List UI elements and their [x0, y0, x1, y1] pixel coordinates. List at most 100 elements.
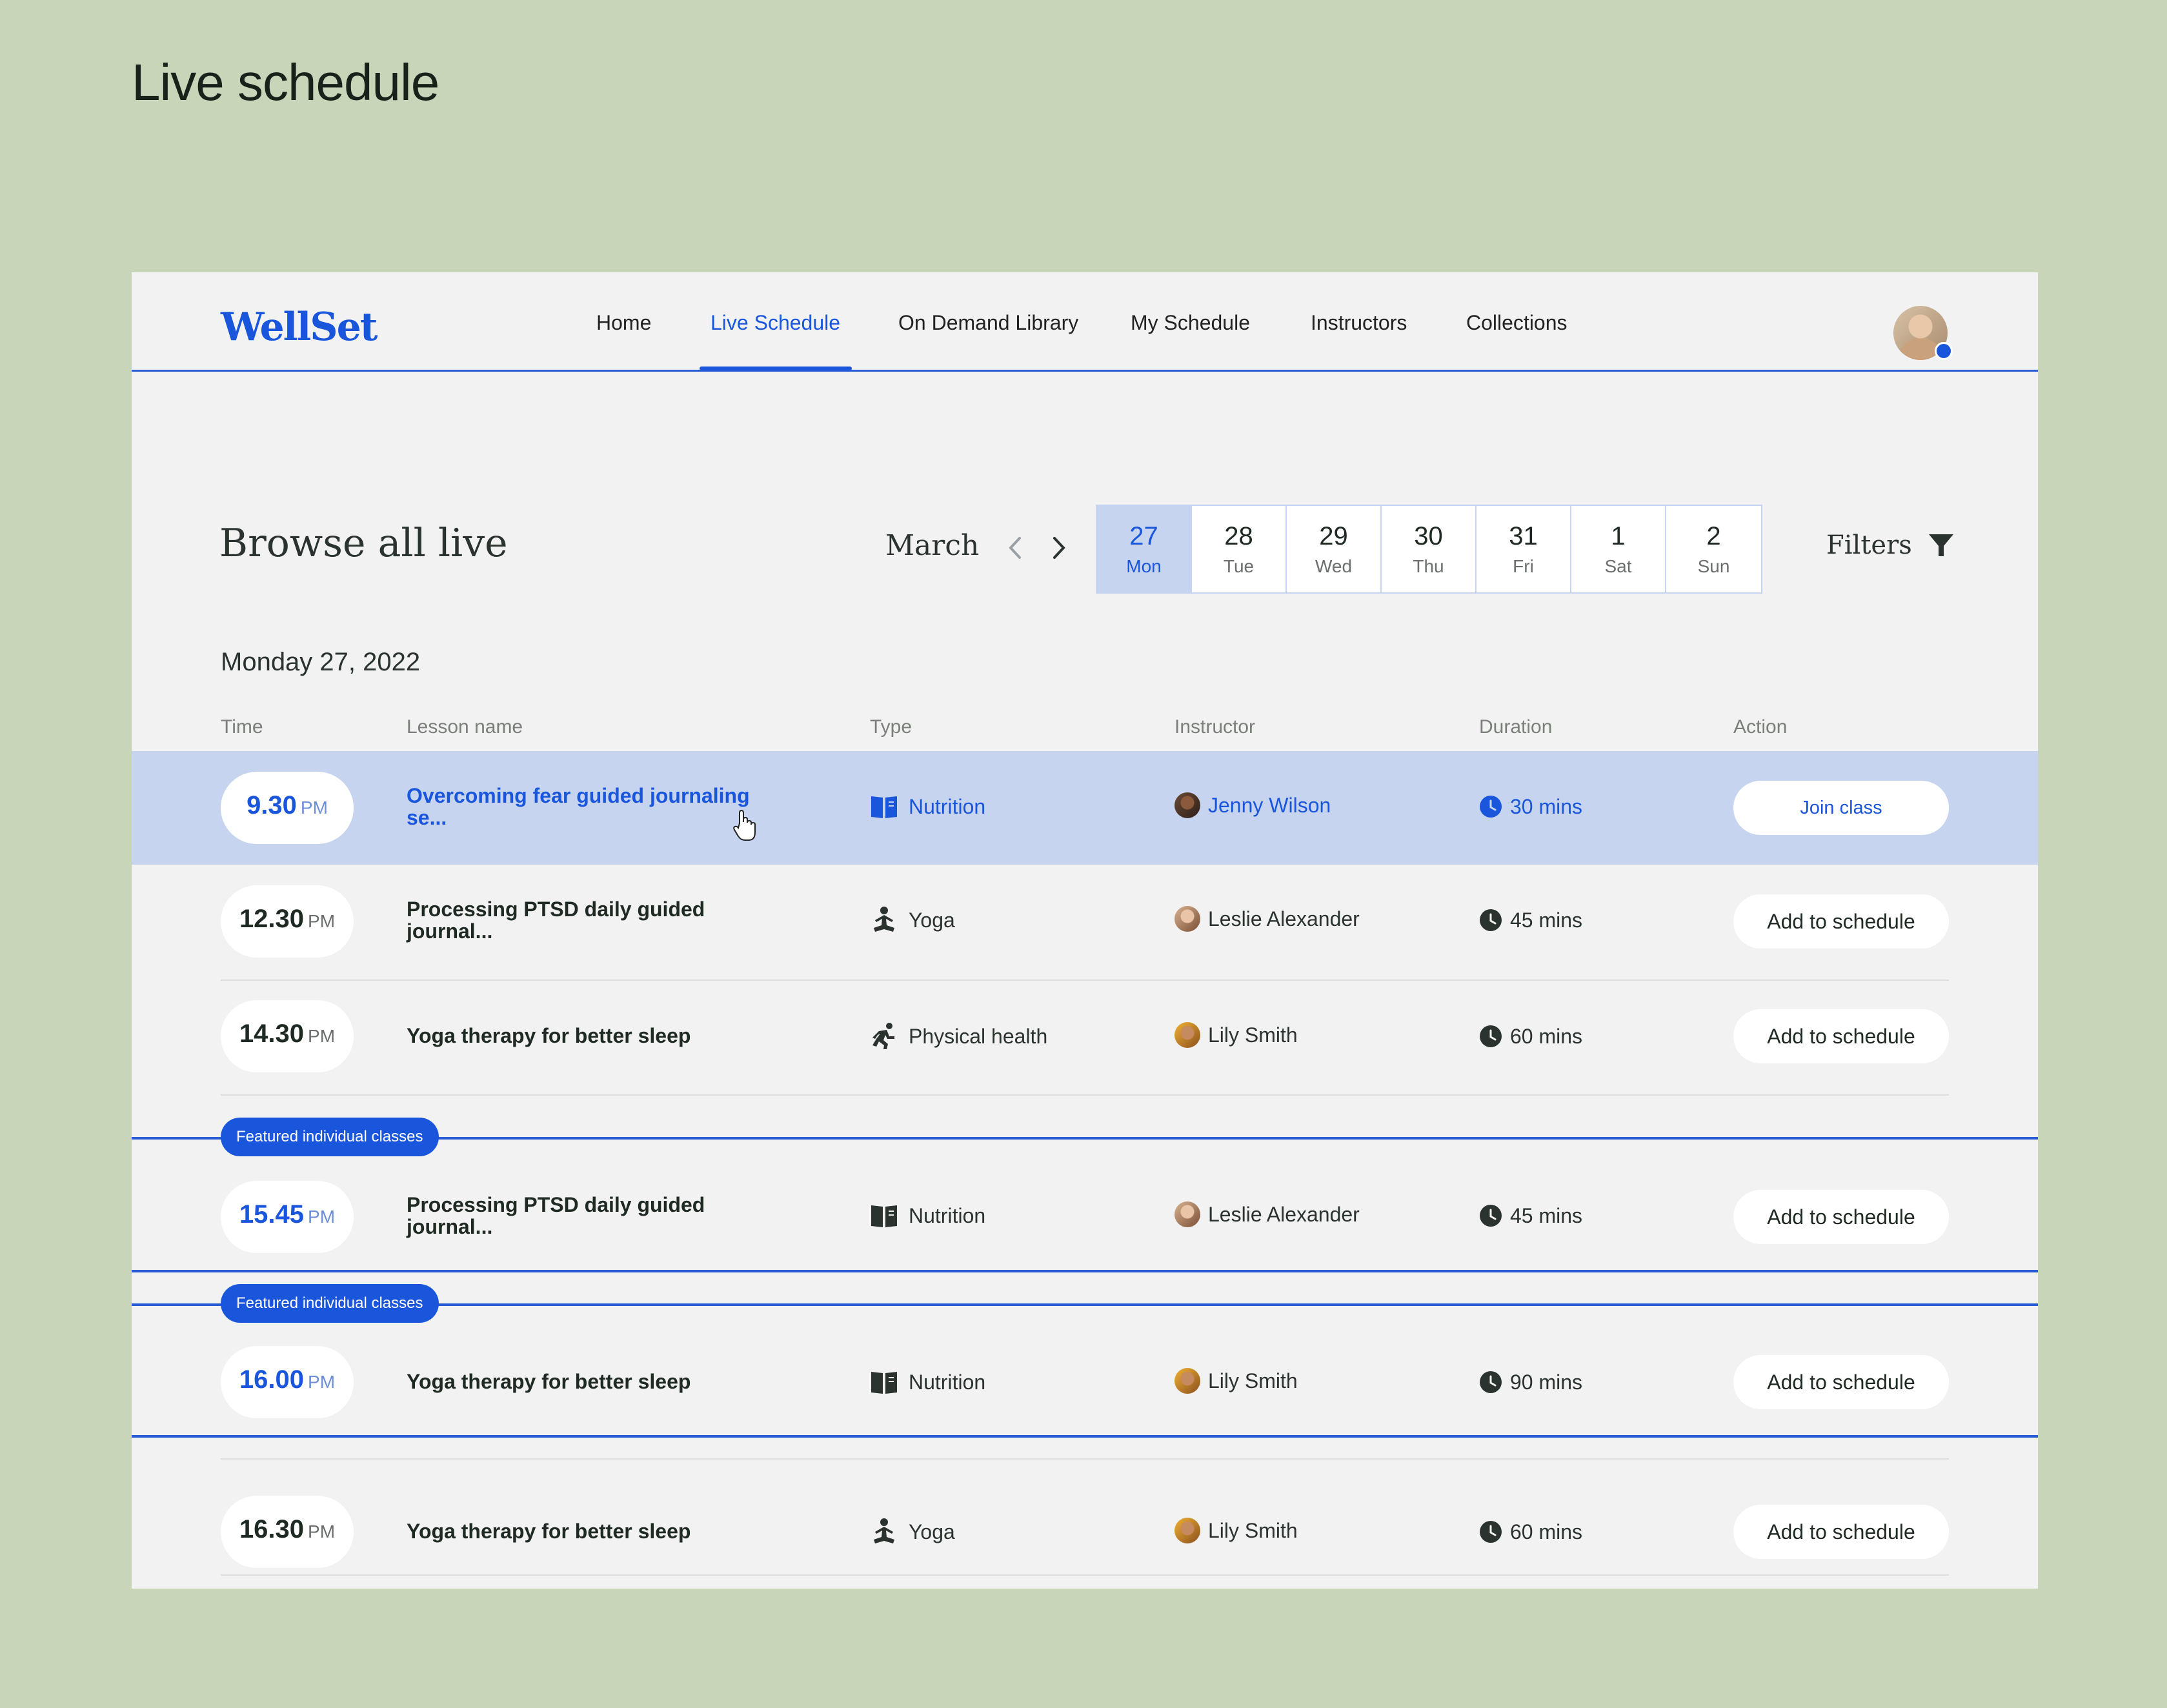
- table-row[interactable]: 14.30 PM Yoga therapy for better sleep Ph…: [132, 981, 2038, 1096]
- day-of-week: Tue: [1223, 556, 1255, 576]
- type-label: Yoga: [909, 1520, 955, 1543]
- yoga-icon: [870, 906, 898, 934]
- date-heading: Monday 27, 2022: [221, 648, 421, 676]
- lesson-name[interactable]: Processing PTSD daily guided journal...: [407, 1194, 768, 1238]
- add-to-schedule-button[interactable]: Add to schedule: [1733, 1505, 1949, 1559]
- instructor-cell[interactable]: Lily Smith: [1174, 1368, 1298, 1394]
- filter-icon: [1928, 534, 1953, 556]
- lesson-name[interactable]: Yoga therapy for better sleep: [407, 1520, 768, 1542]
- instructor-avatar: [1174, 1368, 1200, 1394]
- instructor-cell[interactable]: Lily Smith: [1174, 1022, 1298, 1048]
- nav-item-on-demand-library[interactable]: On Demand Library: [898, 311, 1078, 372]
- time-ampm: PM: [308, 1026, 336, 1046]
- lesson-name-line1: Yoga therapy for better sleep: [407, 1520, 691, 1543]
- type-cell: Physical health: [870, 1022, 1047, 1050]
- lesson-name[interactable]: Processing PTSD daily guided journal...: [407, 898, 768, 942]
- day-of-week: Wed: [1315, 556, 1353, 576]
- featured-badge: Featured individual classes: [221, 1284, 439, 1323]
- day-28[interactable]: 28 Tue: [1192, 506, 1287, 592]
- duration-value: 90 mins: [1510, 1370, 1583, 1394]
- lesson-name[interactable]: Yoga therapy for better sleep: [407, 1025, 768, 1047]
- day-number: 30: [1414, 521, 1443, 550]
- featured-badge: Featured individual classes: [221, 1118, 439, 1156]
- previous-week-button[interactable]: [1000, 532, 1033, 564]
- month-label: March: [885, 529, 980, 562]
- table-row[interactable]: 16.00 PM Yoga therapy for better sleep Nu…: [132, 1306, 2038, 1451]
- time-value: 12.30: [239, 905, 305, 933]
- clock-icon: [1479, 792, 1502, 821]
- day-1[interactable]: 1 Sat: [1571, 506, 1666, 592]
- day-of-week: Thu: [1413, 556, 1444, 576]
- instructor-avatar: [1174, 1201, 1200, 1227]
- instructor-name: Lily Smith: [1208, 1369, 1298, 1392]
- duration-cell: 45 mins: [1479, 1201, 1582, 1230]
- online-status-dot: [1935, 342, 1953, 360]
- instructor-cell[interactable]: Jenny Wilson: [1174, 792, 1331, 818]
- table-row[interactable]: 9.30 PM Overcoming fear guided journaling…: [132, 751, 2038, 865]
- lesson-name-line1: Yoga therapy for better sleep: [407, 1024, 691, 1047]
- nav-item-home[interactable]: Home: [596, 311, 651, 372]
- page-heading: Live schedule: [132, 54, 439, 111]
- lesson-name-line1: Processing PTSD daily guided: [407, 1193, 705, 1216]
- add-to-schedule-button[interactable]: Add to schedule: [1733, 894, 1949, 949]
- nav-item-my-schedule[interactable]: My Schedule: [1131, 311, 1250, 372]
- time-pill: 16.00 PM: [221, 1346, 354, 1418]
- instructor-cell[interactable]: Leslie Alexander: [1174, 1201, 1360, 1227]
- active-tab-indicator: [700, 367, 852, 370]
- lesson-name[interactable]: Overcoming fear guided journaling se...: [407, 785, 768, 829]
- next-week-button[interactable]: [1043, 532, 1075, 564]
- column-header-time: Time: [221, 716, 263, 738]
- type-label: Nutrition: [909, 794, 986, 818]
- duration-cell: 90 mins: [1479, 1368, 1582, 1396]
- instructor-avatar: [1174, 906, 1200, 932]
- time-pill: 12.30 PM: [221, 885, 354, 958]
- add-to-schedule-button[interactable]: Add to schedule: [1733, 1009, 1949, 1063]
- duration-value: 45 mins: [1510, 908, 1583, 932]
- row-divider: [221, 1094, 1949, 1096]
- instructor-avatar: [1174, 1022, 1200, 1048]
- day-number: 28: [1224, 521, 1253, 550]
- add-to-schedule-button[interactable]: Add to schedule: [1733, 1190, 1949, 1244]
- instructor-cell[interactable]: Leslie Alexander: [1174, 906, 1360, 932]
- nav-item-collections[interactable]: Collections: [1466, 311, 1567, 372]
- add-to-schedule-button[interactable]: Add to schedule: [1733, 1355, 1949, 1409]
- day-27[interactable]: 27 Mon: [1097, 506, 1192, 592]
- time-pill: 15.45 PM: [221, 1181, 354, 1253]
- time-ampm: PM: [308, 1522, 336, 1542]
- table-row[interactable]: 15.45 PM Processing PTSD daily guided jou…: [132, 1140, 2038, 1283]
- day-30[interactable]: 30 Thu: [1382, 506, 1477, 592]
- featured-bottom-border: [132, 1435, 2038, 1438]
- day-2[interactable]: 2 Sun: [1666, 506, 1761, 592]
- time-ampm: PM: [308, 1207, 336, 1227]
- nav-item-instructors[interactable]: Instructors: [1311, 311, 1407, 372]
- filters-button[interactable]: Filters: [1826, 529, 1957, 561]
- duration-cell: 60 mins: [1479, 1022, 1582, 1050]
- featured-bottom-border: [132, 1270, 2038, 1272]
- join-class-button[interactable]: Join class: [1733, 781, 1949, 835]
- day-29[interactable]: 29 Wed: [1287, 506, 1382, 592]
- row-divider: [221, 1574, 1949, 1576]
- day-of-week: Sat: [1604, 556, 1632, 576]
- instructor-cell[interactable]: Lily Smith: [1174, 1518, 1298, 1543]
- type-cell: Yoga: [870, 1518, 955, 1546]
- table-row[interactable]: 12.30 PM Processing PTSD daily guided jou…: [132, 865, 2038, 980]
- lesson-name-line2: journal...: [407, 1215, 493, 1238]
- instructor-avatar: [1174, 792, 1200, 818]
- wellset-logo[interactable]: WellSet: [221, 305, 378, 350]
- browse-title: Browse all live: [219, 521, 508, 566]
- top-navigation: WellSet Home Live Schedule On Demand Lib…: [132, 272, 2038, 372]
- time-value: 16.00: [239, 1365, 305, 1394]
- lesson-name-line1: Yoga therapy for better sleep: [407, 1370, 691, 1393]
- time-ampm: PM: [308, 1372, 336, 1392]
- time-ampm: PM: [300, 798, 328, 818]
- duration-value: 45 mins: [1510, 1203, 1583, 1227]
- lesson-name[interactable]: Yoga therapy for better sleep: [407, 1371, 768, 1392]
- day-31[interactable]: 31 Fri: [1477, 506, 1571, 592]
- nav-item-live-schedule[interactable]: Live Schedule: [711, 311, 840, 372]
- lesson-name-line2: journal...: [407, 919, 493, 943]
- column-header-lesson: Lesson name: [407, 716, 523, 738]
- column-header-type: Type: [870, 716, 912, 738]
- table-row[interactable]: 16.30 PM Yoga therapy for better sleep Yo…: [132, 1460, 2038, 1576]
- day-of-week: Sun: [1697, 556, 1730, 576]
- day-of-week: Fri: [1513, 556, 1534, 576]
